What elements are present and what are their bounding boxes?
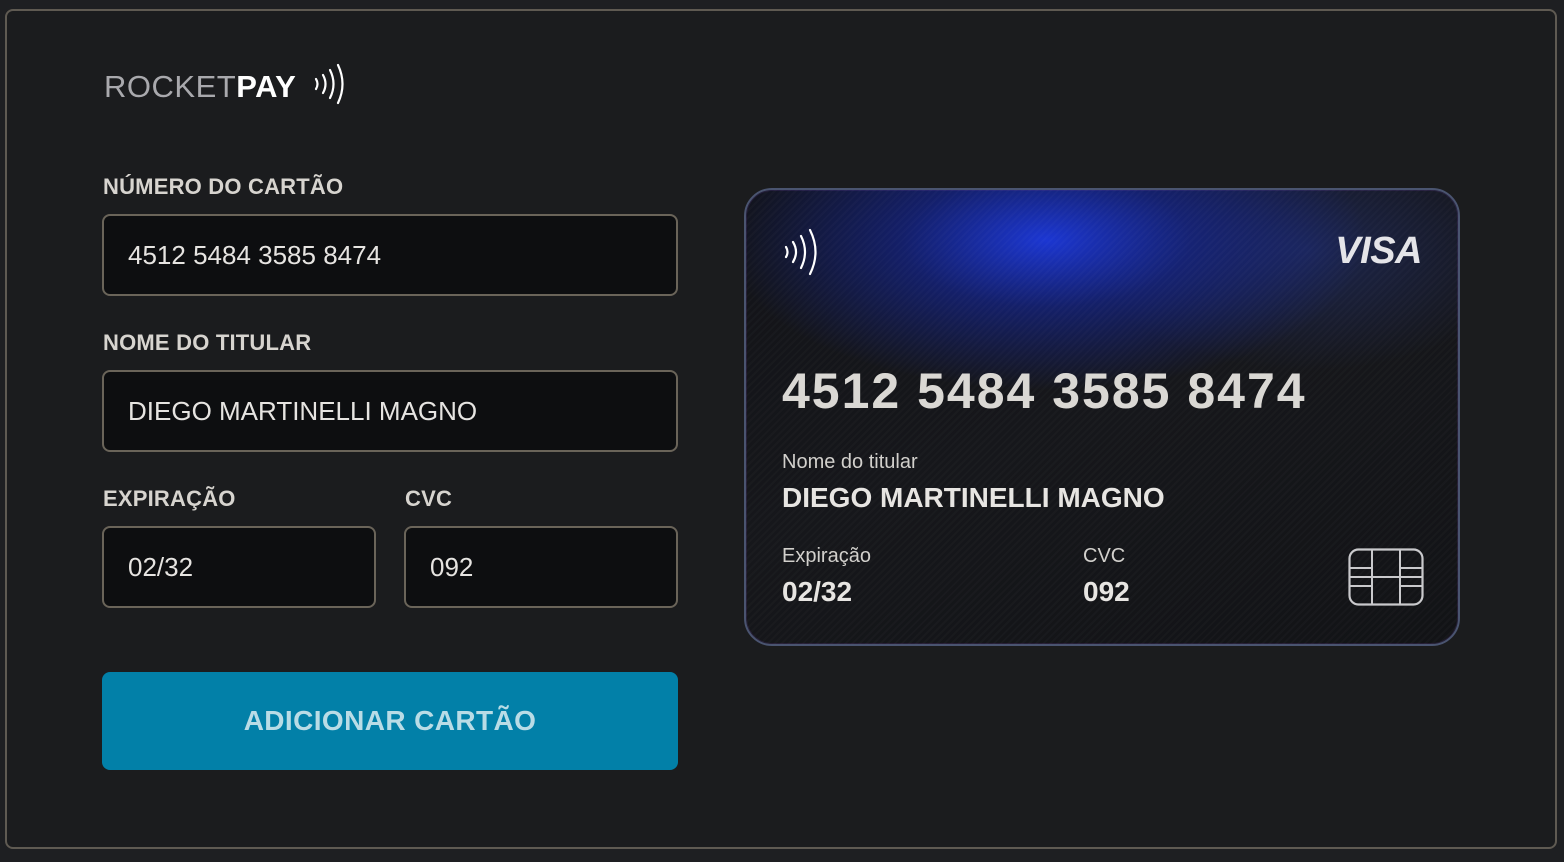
expiration-input[interactable]: 02/32 [102, 526, 376, 608]
card-preview-cvc-value: 092 [1083, 576, 1130, 607]
contactless-icon [312, 63, 348, 110]
card-number-input-value: 4512 5484 3585 8474 [128, 239, 382, 270]
chip-icon [1348, 548, 1424, 611]
contactless-icon [782, 228, 822, 281]
cvc-label: CVC [405, 486, 453, 511]
expiration-label: EXPIRAÇÃO [103, 486, 236, 511]
cvc-input-value: 092 [430, 551, 474, 582]
holder-name-label: NOME DO TITULAR [103, 330, 312, 355]
brand-name: ROCKETPAY [104, 71, 296, 102]
add-card-button[interactable]: ADICIONAR CARTÃO [102, 672, 678, 770]
brand-name-bold: PAY [236, 68, 297, 104]
card-preview-holder-label: Nome do titular [782, 451, 918, 473]
card-preview-cvc-label: CVC [1083, 545, 1126, 567]
brand-logo: ROCKETPAY [104, 63, 348, 110]
card-preview-holder-value: DIEGO MARTINELLI MAGNO [782, 482, 1165, 513]
card-number-label: NÚMERO DO CARTÃO [103, 174, 344, 199]
card-preview: VISA 4512 5484 3585 8474 Nome do titular… [744, 188, 1460, 646]
add-card-button-label: ADICIONAR CARTÃO [243, 705, 537, 736]
card-preview-number: 4512 5484 3585 8474 [782, 363, 1307, 419]
cvc-input[interactable]: 092 [404, 526, 678, 608]
card-preview-expiration-value: 02/32 [782, 576, 853, 607]
holder-name-input-value: DIEGO MARTINELLI MAGNO [128, 395, 478, 426]
brand-name-light: ROCKET [104, 68, 237, 104]
visa-logo: VISA [1335, 230, 1422, 272]
card-preview-expiration-label: Expiração [782, 545, 871, 567]
holder-name-input[interactable]: DIEGO MARTINELLI MAGNO [102, 370, 678, 452]
expiration-input-value: 02/32 [128, 551, 194, 582]
card-number-input[interactable]: 4512 5484 3585 8474 [102, 214, 678, 296]
